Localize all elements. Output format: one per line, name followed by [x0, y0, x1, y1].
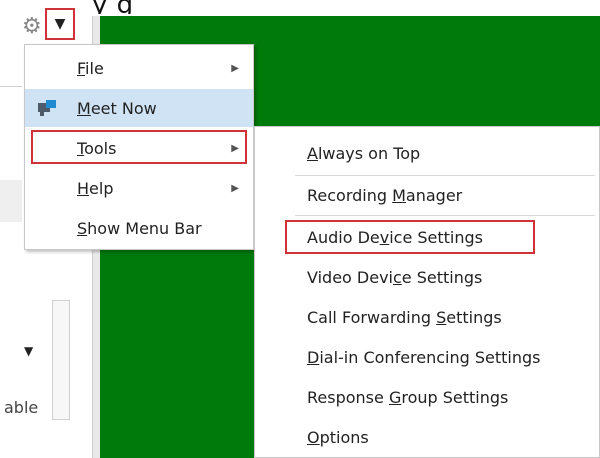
menu-item-label: Show Menu Bar: [77, 219, 202, 238]
menu-item-help[interactable]: Help ▶: [25, 169, 253, 207]
menu-dropdown-button[interactable]: ▼: [45, 8, 75, 40]
menu-item-show-menu-bar[interactable]: Show Menu Bar: [25, 209, 253, 247]
pane-truncated-text: able: [4, 398, 39, 417]
submenu-label-rest: ptions: [319, 427, 369, 447]
mnemonic: M: [392, 185, 406, 205]
mnemonic: S: [436, 307, 447, 327]
pane-shaded-row: [0, 180, 22, 222]
submenu-label-rest: ial-in Conferencing Settings: [319, 347, 541, 367]
menu-item-tools[interactable]: Tools ▶: [25, 129, 253, 167]
submenu-item-response-group-settings[interactable]: Response Group Settings: [255, 377, 599, 417]
submenu-label-rest: e Settings: [401, 267, 483, 287]
pane-scrollbar[interactable]: [52, 300, 70, 420]
menu-item-label: Meet Now: [77, 99, 157, 118]
submenu-label-rest: anager: [405, 185, 463, 205]
chevron-right-icon: ▶: [231, 142, 239, 154]
submenu-item-label: Dial-in Conferencing Settings: [307, 348, 541, 367]
meet-now-icon: [38, 100, 56, 116]
mnemonic: F: [77, 58, 86, 78]
mnemonic: S: [77, 218, 88, 238]
gear-icon[interactable]: ⚙: [22, 16, 42, 38]
collapse-arrow-icon[interactable]: ▼: [24, 344, 33, 358]
submenu-item-call-forwarding-settings[interactable]: Call Forwarding Settings: [255, 297, 599, 337]
submenu-divider: [295, 215, 595, 216]
submenu-label-rest: ice Settings: [389, 227, 483, 247]
mnemonic: H: [77, 178, 90, 198]
submenu-item-label: Call Forwarding Settings: [307, 308, 502, 327]
submenu-item-video-device-settings[interactable]: Video Device Settings: [255, 257, 599, 297]
chevron-right-icon: ▶: [231, 182, 239, 194]
mnemonic: v: [379, 227, 390, 247]
menu-item-meet-rest: eet Now: [90, 98, 157, 118]
mnemonic: G: [388, 387, 402, 407]
submenu-label-start: Response: [307, 387, 389, 407]
submenu-item-label: Audio Device Settings: [307, 228, 483, 247]
submenu-label-start: Video Devi: [307, 267, 393, 287]
menu-item-meet-now[interactable]: Meet Now: [25, 89, 253, 127]
menu-item-show-rest: how Menu Bar: [87, 218, 202, 238]
mnemonic: T: [77, 138, 85, 158]
mnemonic: A: [307, 143, 318, 163]
chevron-down-icon: ▼: [54, 16, 66, 32]
submenu-item-label: Always on Top: [307, 144, 420, 163]
chevron-right-icon: ▶: [231, 62, 239, 74]
pane-divider: [0, 86, 22, 87]
menu-item-label: Tools: [77, 139, 116, 158]
submenu-label-rest: ettings: [446, 307, 502, 327]
menu-item-file[interactable]: File ▶: [25, 49, 253, 87]
submenu-item-always-on-top[interactable]: Always on Top: [255, 133, 599, 173]
submenu-label-rest: roup Settings: [401, 387, 509, 407]
submenu-item-label: Options: [307, 428, 369, 447]
menu-item-label: Help: [77, 179, 113, 198]
submenu-item-label: Response Group Settings: [307, 388, 508, 407]
menu-item-label: File: [77, 59, 104, 78]
submenu-item-recording-manager[interactable]: Recording Manager: [255, 175, 599, 215]
submenu-item-options[interactable]: Options: [255, 417, 599, 457]
mnemonic: D: [307, 347, 320, 367]
submenu-item-dial-in-conferencing-settings[interactable]: Dial-in Conferencing Settings: [255, 337, 599, 377]
mnemonic: M: [77, 98, 91, 118]
submenu-item-label: Video Device Settings: [307, 268, 482, 287]
submenu-label-start: Call Forwarding: [307, 307, 437, 327]
submenu-label-start: Audio De: [307, 227, 380, 247]
menu-item-tools-rest: ools: [84, 138, 117, 158]
menu-item-file-rest: ile: [85, 58, 104, 78]
menu-item-help-rest: elp: [89, 178, 114, 198]
submenu-item-label: Recording Manager: [307, 186, 462, 205]
submenu-label-rest: lways on Top: [317, 143, 421, 163]
mnemonic: c: [393, 267, 402, 287]
submenu-label-start: Recording: [307, 185, 393, 205]
main-menu: File ▶ Meet Now Tools ▶ Help ▶ Show Menu…: [24, 44, 254, 250]
tools-submenu: Always on Top Recording Manager Audio De…: [254, 126, 600, 458]
top-strip-text: y g: [92, 0, 600, 14]
tools-callout-box: [31, 130, 247, 164]
mnemonic: O: [307, 427, 320, 447]
submenu-item-audio-device-settings[interactable]: Audio Device Settings: [255, 217, 599, 257]
